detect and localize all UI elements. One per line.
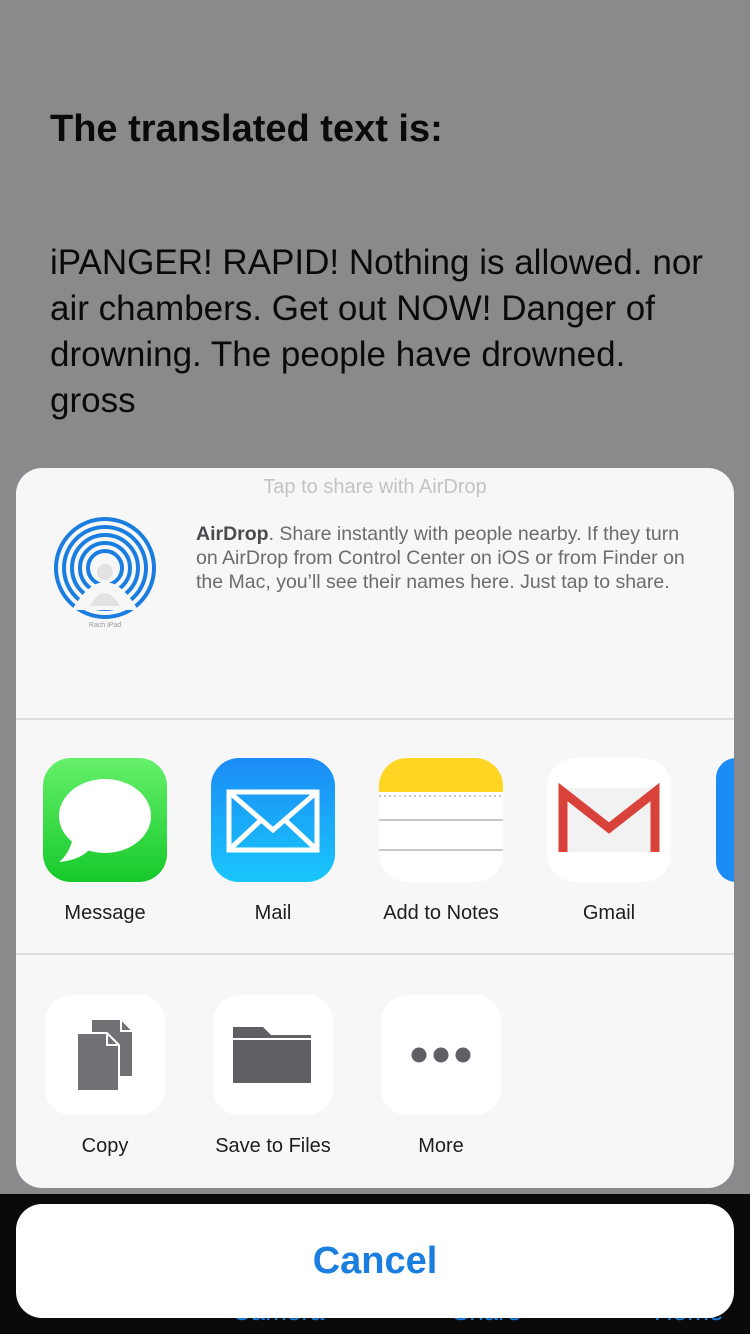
translated-text: iPANGER! RAPID! Nothing is allowed. nor … bbox=[50, 243, 703, 420]
action-label: Copy bbox=[81, 1135, 129, 1157]
airdrop-description: AirDrop. Share instantly with people nea… bbox=[196, 522, 706, 594]
partial-app-icon[interactable] bbox=[716, 758, 734, 882]
app-row: Message Mail Add to Notes Gmail bbox=[16, 758, 734, 938]
app-mail[interactable]: Mail bbox=[189, 758, 357, 925]
app-gmail[interactable]: Gmail bbox=[525, 758, 693, 925]
gmail-icon bbox=[547, 758, 671, 882]
app-label: Mail bbox=[254, 902, 292, 924]
app-label: Message bbox=[64, 902, 146, 924]
more-icon bbox=[381, 995, 501, 1115]
action-more[interactable]: More bbox=[357, 995, 525, 1158]
folder-icon bbox=[213, 995, 333, 1115]
airdrop-icon[interactable]: Rach iPad bbox=[52, 514, 162, 632]
action-label: Save to Files bbox=[215, 1135, 331, 1157]
cancel-button[interactable]: Cancel bbox=[16, 1204, 734, 1318]
divider bbox=[16, 953, 734, 955]
app-notes[interactable]: Add to Notes bbox=[357, 758, 525, 925]
messages-icon bbox=[43, 758, 167, 882]
airdrop-title: AirDrop bbox=[196, 523, 269, 545]
notes-icon bbox=[379, 758, 503, 882]
app-label: Add to Notes bbox=[383, 902, 499, 924]
copy-icon bbox=[45, 995, 165, 1115]
action-copy[interactable]: Copy bbox=[21, 995, 189, 1158]
airdrop-body: . Share instantly with people nearby. If… bbox=[196, 523, 685, 593]
app-label: Gmail bbox=[582, 902, 636, 924]
action-save-to-files[interactable]: Save to Files bbox=[189, 995, 357, 1158]
action-label: More bbox=[418, 1135, 464, 1157]
divider bbox=[16, 718, 734, 720]
page-heading: The translated text is: bbox=[50, 108, 443, 150]
airdrop-device-label: Rach iPad bbox=[89, 622, 121, 629]
share-sheet: Tap to share with AirDrop Rach iPad AirD… bbox=[16, 468, 734, 1188]
airdrop-hint: Tap to share with AirDrop bbox=[263, 476, 487, 498]
app-message[interactable]: Message bbox=[21, 758, 189, 925]
action-row: Copy Save to Files More bbox=[16, 995, 734, 1165]
cancel-label: Cancel bbox=[312, 1240, 438, 1282]
mail-icon bbox=[211, 758, 335, 882]
